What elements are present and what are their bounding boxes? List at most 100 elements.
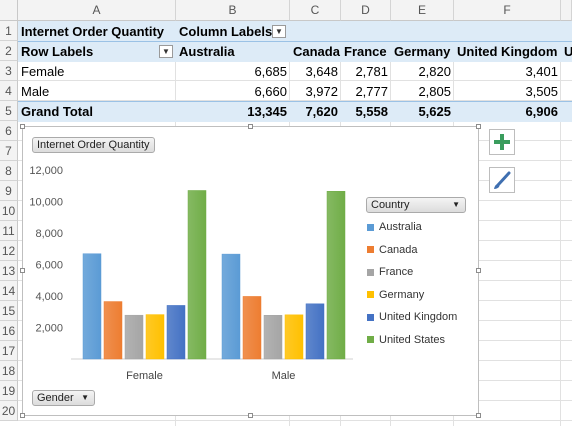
resize-handle-top-right[interactable] [476,124,481,129]
column-header-e[interactable]: E [391,0,454,21]
header-france[interactable]: France [341,42,391,62]
axis-field-label: Gender [37,392,74,404]
cell-total-australia[interactable]: 13,345 [176,102,290,122]
row-header-8[interactable]: 8 [0,161,18,181]
header-united-kingdom[interactable]: United Kingdom [454,42,561,62]
row-header-5[interactable]: 5 [0,101,18,121]
row-header-16[interactable]: 16 [0,321,18,341]
column-header-g[interactable] [561,0,572,21]
row-labels-filter-dropdown[interactable]: ▼ [159,45,173,58]
y-tick-label: 2,000 [35,323,63,335]
resize-handle-right[interactable] [476,268,481,273]
row-header-4[interactable]: 4 [0,81,18,101]
chart-styles-button[interactable] [489,167,515,193]
resize-handle-top-left[interactable] [20,124,25,129]
y-tick-label: 8,000 [35,228,63,240]
resize-handle-left[interactable] [20,268,25,273]
column-header-c[interactable]: C [290,0,341,21]
row-header-2[interactable]: 2 [0,41,18,61]
legend-label: France [379,266,414,278]
legend-item[interactable]: Germany [367,288,424,302]
row-label-female[interactable]: Female [18,62,176,82]
row-header-20[interactable]: 20 [0,401,18,421]
cell-male-united-kingdom[interactable]: 3,505 [454,82,561,102]
y-tick-label: 10,000 [29,197,63,209]
row-label-grand-total[interactable]: Grand Total [18,102,176,122]
legend-label: United Kingdom [379,311,458,323]
bar-male-australia [221,253,241,360]
row-header-6[interactable]: 6 [0,121,18,141]
legend-field-button[interactable]: Country ▼ [366,197,466,213]
legend-swatch [367,223,374,231]
bar-male-canada [242,296,262,360]
cell-male-canada[interactable]: 3,972 [290,82,341,102]
column-header-d[interactable]: D [341,0,391,21]
legend-item[interactable]: Australia [367,220,422,234]
column-header-b[interactable]: B [176,0,290,21]
cell-female-australia[interactable]: 6,685 [176,62,290,82]
paintbrush-icon [494,171,511,189]
resize-handle-bottom-left[interactable] [20,413,25,418]
row-header-15[interactable]: 15 [0,301,18,321]
pivot-row-labels[interactable]: Row Labels [18,42,158,62]
y-tick-label: 6,000 [35,260,63,272]
cell-total-france[interactable]: 5,558 [341,102,391,122]
row-header-3[interactable]: 3 [0,61,18,81]
chevron-down-icon: ▼ [452,200,460,209]
cell-male-australia[interactable]: 6,660 [176,82,290,102]
cell-total-germany[interactable]: 5,625 [391,102,454,122]
row-header-11[interactable]: 11 [0,221,18,241]
cell-female-france[interactable]: 2,781 [341,62,391,82]
legend-item[interactable]: United States [367,333,445,347]
cell-male-france[interactable]: 2,777 [341,82,391,102]
pivot-chart[interactable]: Internet Order Quantity 2,000 4,000 6,000 8… [22,126,479,416]
select-all-corner[interactable] [0,0,18,21]
cell-total-united-kingdom[interactable]: 6,906 [454,102,561,122]
legend-swatch [367,291,374,299]
legend-item[interactable]: United Kingdom [367,310,457,324]
resize-handle-bottom-right[interactable] [476,413,481,418]
row-header-1[interactable]: 1 [0,21,18,41]
chart-elements-button[interactable] [489,129,515,155]
row-header-18[interactable]: 18 [0,361,18,381]
row-header-19[interactable]: 19 [0,381,18,401]
row-header-14[interactable]: 14 [0,281,18,301]
cell-female-canada[interactable]: 3,648 [290,62,341,82]
column-header-a[interactable]: A [18,0,176,21]
pivot-column-labels[interactable]: Column Labels [176,22,276,42]
x-tick-label: Male [272,370,296,382]
header-united-states-truncated[interactable]: U [561,42,572,62]
cell-male-germany[interactable]: 2,805 [391,82,454,102]
cell-female-united-kingdom[interactable]: 3,401 [454,62,561,82]
cell-female-germany[interactable]: 2,820 [391,62,454,82]
row-header-9[interactable]: 9 [0,181,18,201]
y-tick-label: 4,000 [35,291,63,303]
resize-handle-bottom[interactable] [248,413,253,418]
row-header-13[interactable]: 13 [0,261,18,281]
axis-field-button[interactable]: Gender ▼ [32,390,95,406]
legend-label: Canada [379,243,418,256]
resize-handle-top[interactable] [248,124,253,129]
row-header-17[interactable]: 17 [0,341,18,361]
bar-female-united-states [187,190,207,360]
row-label-male[interactable]: Male [18,82,176,102]
legend-label: Australia [379,221,422,233]
bar-female-united-kingdom [166,305,186,360]
legend-label: Germany [379,288,425,301]
legend-item[interactable]: France [367,265,413,279]
cell-total-canada[interactable]: 7,620 [290,102,341,122]
header-germany[interactable]: Germany [391,42,454,62]
column-labels-filter-dropdown[interactable]: ▼ [272,25,286,38]
legend-field-label: Country [371,199,410,211]
bar-male-france [263,315,283,360]
header-canada[interactable]: Canada [290,42,341,62]
header-australia[interactable]: Australia [176,42,290,62]
legend-item[interactable]: Canada [367,243,418,257]
pivot-value-field-label[interactable]: Internet Order Quantity [18,22,176,42]
row-header-12[interactable]: 12 [0,241,18,261]
row-header-10[interactable]: 10 [0,201,18,221]
column-header-f[interactable]: F [454,0,561,21]
bar-female-canada [103,301,123,360]
row-header-7[interactable]: 7 [0,141,18,161]
bar-female-france [124,314,144,360]
